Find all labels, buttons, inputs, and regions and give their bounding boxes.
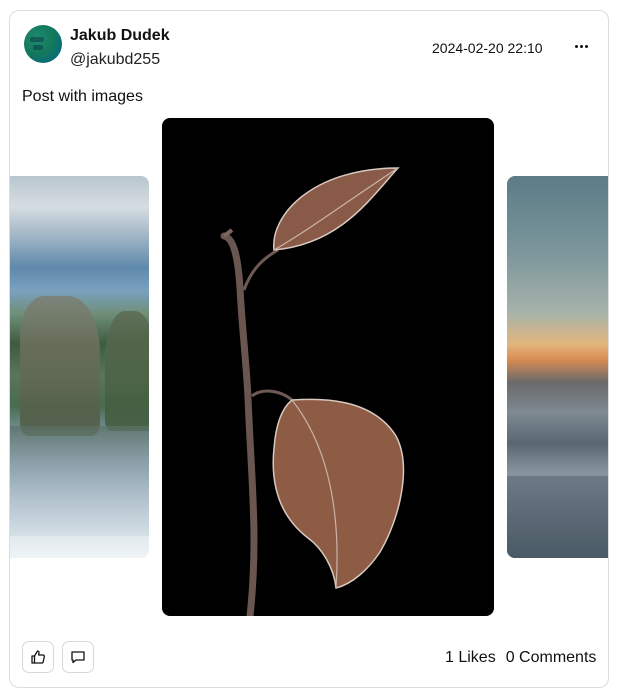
comments-count[interactable]: 0 Comments [506,649,597,667]
more-options-icon[interactable] [570,38,592,54]
like-button[interactable] [22,641,54,673]
comment-icon [71,651,85,664]
post-card: Jakub Dudek @jakubd255 2024-02-20 22:10 … [9,10,609,688]
likes-count[interactable]: 1 Likes [445,649,496,667]
post-actions [22,641,94,673]
image-left[interactable] [10,176,149,558]
comment-button[interactable] [62,641,94,673]
post-stats: 1 Likes 0 Comments [445,649,596,667]
post-text: Post with images [22,88,143,105]
thumbs-up-icon [31,650,45,664]
image-right[interactable] [507,176,608,558]
image-center[interactable] [162,118,494,616]
leaf-image [220,167,405,616]
avatar[interactable] [24,25,62,63]
author-name[interactable]: Jakub Dudek [70,27,170,45]
post-timestamp: 2024-02-20 22:10 [432,40,543,56]
author-handle[interactable]: @jakubd255 [70,51,160,69]
